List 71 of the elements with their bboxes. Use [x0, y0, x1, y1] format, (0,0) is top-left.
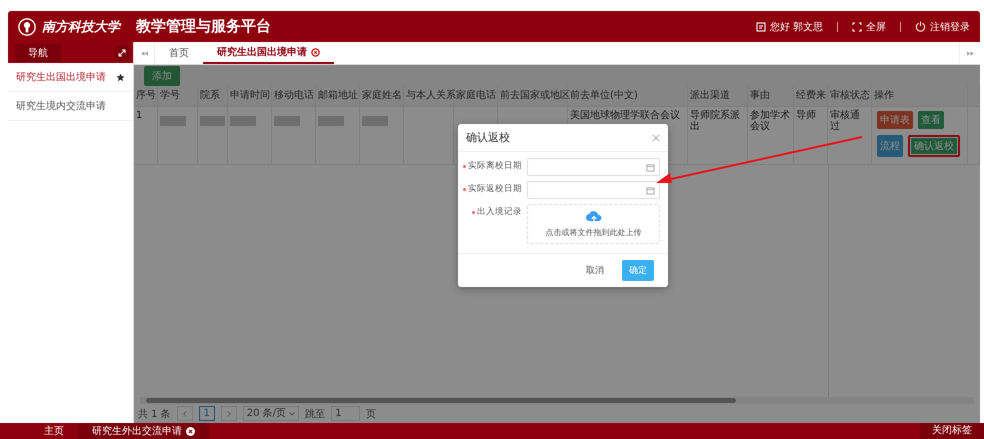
- calendar-icon[interactable]: [646, 162, 655, 172]
- column-header: 序号: [134, 86, 158, 106]
- column-header: 院系: [198, 86, 228, 106]
- upload-hint: 点击或将文件拖到此处上传: [546, 227, 642, 238]
- date-field[interactable]: [527, 158, 660, 176]
- bottom-tab[interactable]: 主页: [30, 423, 78, 439]
- column-header: 邮箱地址: [316, 86, 360, 106]
- date-field[interactable]: [527, 181, 660, 199]
- field-label: 出入境记录: [477, 206, 522, 219]
- logout-link[interactable]: 注销登录: [930, 20, 970, 34]
- redacted-block: [160, 116, 186, 126]
- scroll-right-icon[interactable]: [966, 50, 974, 56]
- chevron-right-icon[interactable]: [226, 410, 231, 416]
- redacted-block: [200, 116, 225, 126]
- page-size-select[interactable]: 20 条/页: [242, 406, 300, 421]
- dialog-title: 确认返校: [466, 130, 510, 145]
- next-page-button[interactable]: [220, 406, 237, 421]
- page-tab[interactable]: 首页: [155, 42, 203, 64]
- star-icon[interactable]: [116, 72, 125, 82]
- user-card-icon: [756, 22, 766, 32]
- sidebar-item[interactable]: 研究生出国出境申请: [8, 63, 133, 92]
- redacted-block: [274, 116, 300, 126]
- fullscreen-icon[interactable]: [852, 22, 862, 32]
- fullscreen-link[interactable]: 全屏: [866, 20, 886, 34]
- page-unit: 页: [366, 408, 376, 420]
- table-cell-text: 导师院系派出: [690, 110, 741, 132]
- table-cell: 1: [136, 110, 142, 121]
- column-header: 前去国家或地区: [498, 86, 568, 106]
- table-cell: 参加学术会议: [750, 110, 791, 132]
- expand-icon[interactable]: [115, 46, 129, 60]
- column-header: 与本人关系: [404, 86, 454, 106]
- field-label: 实际返校日期: [468, 183, 522, 196]
- emblem-icon: [18, 18, 36, 36]
- horizontal-scrollbar[interactable]: [140, 397, 974, 404]
- column-header: 审核状态: [828, 86, 872, 106]
- field-label: 实际离校日期: [468, 160, 522, 173]
- caret-icon[interactable]: [289, 412, 296, 416]
- sidebar-item[interactable]: 研究生境内交流申请: [8, 92, 133, 121]
- table-cell: 美国地球物理学联合会议: [570, 110, 680, 121]
- greeting-text: 您好 郭文思: [770, 20, 823, 34]
- column-header: 经费来: [794, 86, 828, 106]
- redacted-block: [362, 116, 388, 126]
- upload-area[interactable]: 点击或将文件拖到此处上传: [527, 204, 660, 244]
- calendar-icon[interactable]: [646, 186, 655, 194]
- school-name: 南方科技大学: [42, 18, 120, 36]
- column-header: 前去单位(中文): [568, 86, 688, 106]
- redacted-block: [318, 116, 344, 126]
- column-header: 申请时间: [228, 86, 272, 106]
- column-header: 移动电话: [272, 86, 316, 106]
- prev-page-button[interactable]: [176, 406, 193, 421]
- column-header: 家庭姓名: [360, 86, 404, 106]
- column-header: 家庭电话: [454, 86, 498, 106]
- total-count: 共 1 条: [138, 408, 171, 420]
- column-header: 派出渠道: [688, 86, 748, 106]
- redacted-block: [230, 116, 256, 126]
- chevron-left-icon[interactable]: [182, 410, 187, 416]
- scroll-left-icon[interactable]: [140, 50, 148, 56]
- table-cell-text: 审核通过: [830, 110, 861, 132]
- power-icon[interactable]: [915, 21, 926, 32]
- column-header: 操作: [872, 86, 968, 106]
- nav-button[interactable]: 导航: [15, 44, 61, 62]
- platform-title: 教学管理与服务平台: [136, 17, 271, 36]
- close-icon[interactable]: [311, 48, 320, 56]
- column-header: 事由: [748, 86, 794, 106]
- table-cell: 导师: [796, 110, 816, 121]
- close-tabs-button[interactable]: 关闭标签: [920, 423, 984, 439]
- close-icon[interactable]: [186, 426, 195, 436]
- jump-input[interactable]: 1: [331, 406, 360, 421]
- bottom-tab[interactable]: 研究生外出交流申请: [78, 423, 209, 439]
- jump-label: 跳至: [305, 408, 326, 420]
- column-header: 学号: [158, 86, 198, 106]
